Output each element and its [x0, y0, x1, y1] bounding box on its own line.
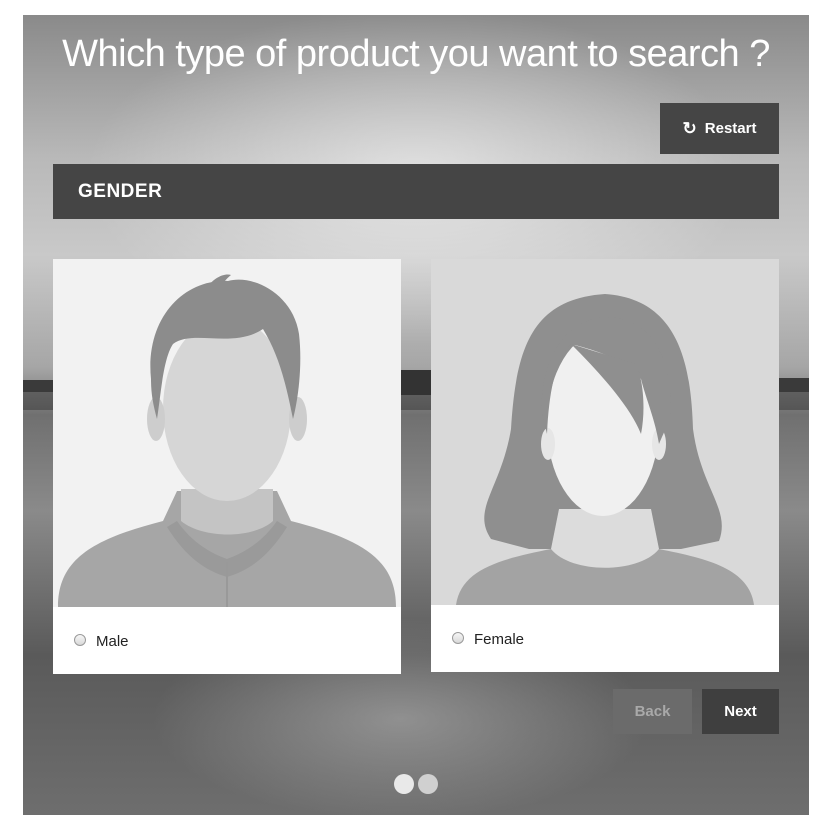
- pagination-dots: [394, 774, 438, 794]
- option-card-female[interactable]: Female: [431, 259, 779, 672]
- restart-button[interactable]: ↻ Restart: [660, 103, 779, 154]
- section-title: GENDER: [78, 181, 163, 202]
- pagination-dot-2[interactable]: [418, 774, 438, 794]
- male-avatar-icon: [53, 259, 401, 607]
- female-avatar-icon: [431, 259, 779, 605]
- female-radio[interactable]: [452, 631, 464, 644]
- page-title: Which type of product you want to search…: [62, 33, 770, 75]
- female-label: Female: [474, 630, 525, 648]
- option-card-male[interactable]: Male: [53, 259, 401, 674]
- male-label: Male: [96, 632, 129, 650]
- male-radio[interactable]: [74, 633, 86, 646]
- next-button[interactable]: Next: [702, 689, 779, 734]
- pagination-dot-1[interactable]: [394, 774, 414, 794]
- male-option-row[interactable]: Male: [53, 608, 401, 674]
- restart-icon: ↻: [682, 118, 697, 138]
- female-option-row[interactable]: Female: [431, 606, 779, 672]
- wizard-background: Which type of product you want to search…: [23, 15, 809, 815]
- section-header: GENDER: [53, 164, 779, 219]
- back-button[interactable]: Back: [613, 689, 692, 734]
- restart-label: Restart: [704, 120, 757, 137]
